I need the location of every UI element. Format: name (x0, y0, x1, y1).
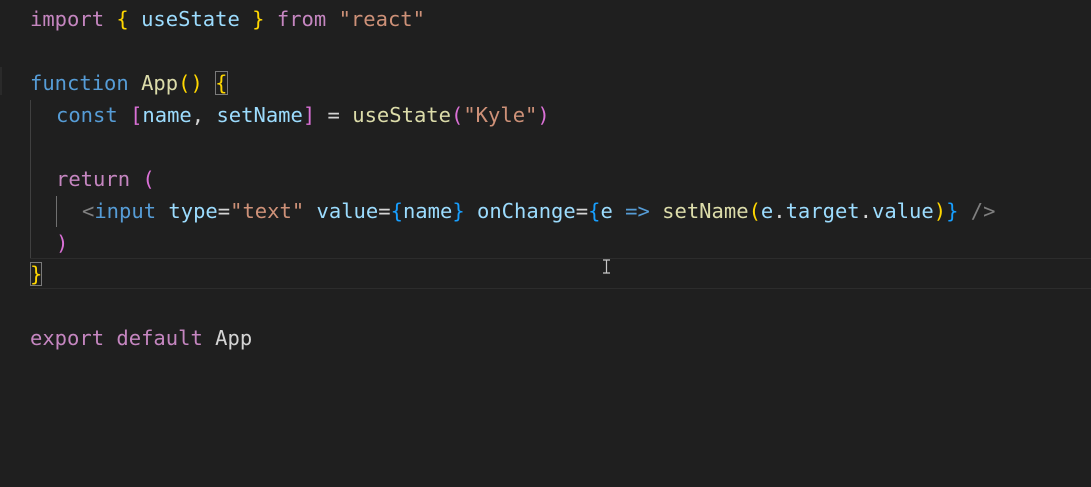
token-keyword: import (30, 7, 105, 31)
token-string: "react" (338, 7, 425, 31)
token-variable: e (760, 199, 774, 223)
token-paren: ) (537, 103, 550, 127)
token-paren: ( (748, 199, 761, 223)
token-brace-matched: { (215, 71, 228, 95)
token-brace: { (588, 199, 601, 223)
token-dot: . (859, 199, 872, 223)
token-property: target (785, 199, 860, 223)
token-tag-bracket: < (82, 199, 95, 223)
token-keyword: from (264, 7, 339, 31)
code-line-8[interactable]: ) (56, 227, 68, 259)
token-string: "Kyle" (463, 103, 538, 127)
token-brace: } (252, 7, 265, 31)
token-tag-name: input (94, 199, 157, 223)
token-identifier: useState (128, 7, 253, 31)
token-dot: . (773, 199, 786, 223)
token-variable: name (402, 199, 453, 223)
token-variable: name (142, 103, 192, 127)
token-keyword: export (30, 326, 105, 350)
token-equals: = (217, 199, 231, 223)
current-line-highlight (30, 258, 1091, 289)
token-equals: = (378, 199, 391, 223)
token-operator: = (315, 103, 353, 127)
token-arrow: => (625, 199, 650, 223)
gutter-change-marker (0, 67, 2, 95)
token-attribute: value (316, 199, 379, 223)
token-brace: { (116, 7, 129, 31)
token-identifier: App (202, 326, 253, 350)
token-paren: () (178, 71, 203, 95)
token-keyword: function (30, 71, 129, 95)
token-brace: } (452, 199, 465, 223)
token-attribute: onChange (477, 199, 576, 223)
token-brace: } (946, 199, 959, 223)
token-equals: = (575, 199, 589, 223)
code-line-9[interactable]: } (30, 258, 43, 290)
token-bracket: ] (302, 103, 316, 127)
token-string: "text" (230, 199, 305, 223)
token-keyword: default (116, 326, 203, 350)
token-keyword: return (56, 167, 131, 191)
token-paren: ( (142, 167, 155, 191)
code-editor[interactable]: import { useState } from "react" functio… (0, 0, 1091, 487)
token-attribute: type (168, 199, 218, 223)
token-brace-matched: } (30, 262, 43, 286)
code-line-3[interactable]: function App() { (30, 67, 228, 99)
code-line-1[interactable]: import { useState } from "react" (30, 3, 425, 35)
token-paren: ) (933, 199, 947, 223)
token-property: value (872, 199, 934, 223)
token-paren: ( (451, 103, 464, 127)
token-punct: , (191, 103, 217, 127)
token-variable: e (600, 199, 613, 223)
text-cursor-icon (603, 259, 610, 274)
code-line-6[interactable]: return ( (56, 163, 155, 195)
indent-guide (30, 100, 31, 258)
token-function-call: setName (662, 199, 749, 223)
token-brace: { (390, 199, 403, 223)
indent-guide-active (56, 196, 57, 227)
token-tag-bracket: /> (970, 199, 996, 223)
token-keyword: const (56, 103, 118, 127)
code-line-7[interactable]: <input type="text" value={name} onChange… (82, 195, 995, 227)
code-line-4[interactable]: const [name, setName] = useState("Kyle") (56, 99, 550, 131)
code-line-11[interactable]: export default App (30, 322, 252, 354)
token-function-name: App (141, 71, 179, 95)
token-paren: ) (56, 231, 69, 255)
token-variable: setName (216, 103, 303, 127)
token-bracket: [ (130, 103, 143, 127)
token-function-call: useState (352, 103, 451, 127)
